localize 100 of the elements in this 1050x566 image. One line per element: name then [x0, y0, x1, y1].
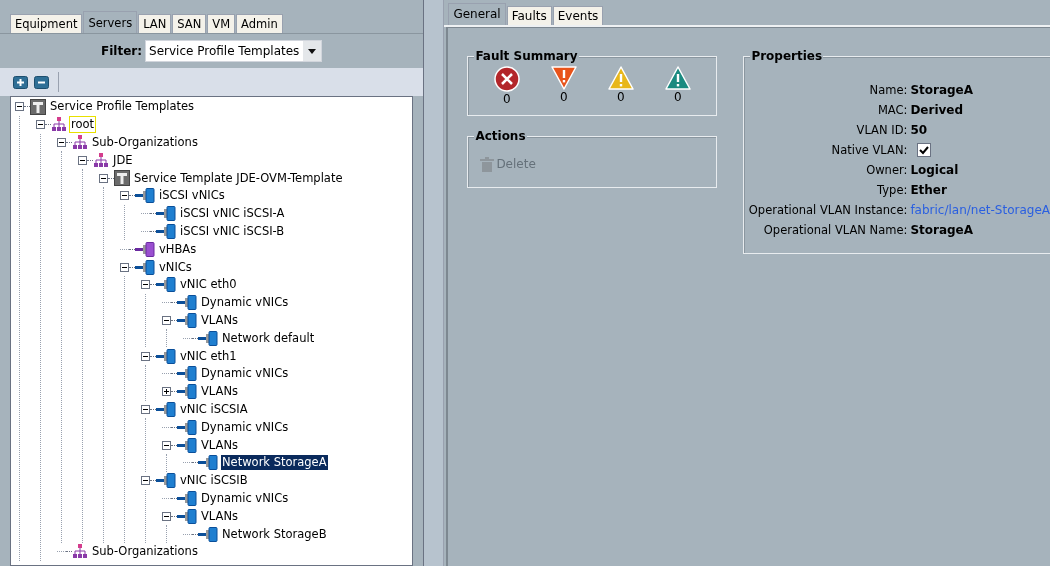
- property-value: Logical: [910, 162, 959, 179]
- tree-item[interactable]: vNIC eth0: [179, 277, 238, 293]
- connector-icon: [156, 223, 176, 239]
- collapse-toggle[interactable]: [15, 102, 24, 112]
- connector-icon: [156, 348, 176, 364]
- tab[interactable]: Admin: [236, 14, 283, 33]
- trash-icon: [480, 156, 495, 172]
- tree-item[interactable]: iSCSI vNIC iSCSI-B: [179, 223, 286, 239]
- tree-item[interactable]: Service Profile Templates: [49, 99, 196, 115]
- connector-icon: [135, 259, 155, 275]
- fault-count: 0: [617, 91, 625, 104]
- tree-item[interactable]: Network StorageB: [221, 526, 328, 542]
- connector-icon: [198, 526, 218, 542]
- tree-item[interactable]: Dynamic vNICs: [200, 419, 290, 435]
- collapse-toggle[interactable]: [78, 155, 87, 165]
- tree-item[interactable]: iSCSI vNICs: [158, 188, 226, 204]
- collapse-toggle[interactable]: [57, 138, 66, 147]
- filter-dropdown[interactable]: Service Profile Templates: [145, 40, 323, 62]
- tab[interactable]: LAN: [138, 14, 172, 33]
- collapse-toggle[interactable]: [120, 262, 129, 272]
- connector-icon: [198, 330, 218, 346]
- tab[interactable]: Equipment: [10, 14, 83, 33]
- tree-item[interactable]: Network StorageA: [221, 455, 328, 471]
- property-value: 50: [910, 122, 928, 139]
- collapse-toggle[interactable]: [162, 440, 171, 450]
- property-label: Operational VLAN Instance:: [747, 202, 909, 219]
- connector-icon: [135, 188, 155, 204]
- tab[interactable]: Servers: [83, 11, 138, 33]
- connector-icon: [177, 295, 197, 311]
- tree-item[interactable]: VLANs: [200, 508, 239, 524]
- tab[interactable]: General: [448, 3, 506, 25]
- tree-item[interactable]: vNIC eth1: [179, 348, 238, 364]
- template-icon: [30, 98, 46, 115]
- filter-label: Filter:: [101, 43, 143, 60]
- tree-item[interactable]: Dynamic vNICs: [200, 490, 290, 506]
- property-label: Name:: [868, 82, 909, 99]
- tree-item[interactable]: vNIC iSCSIA: [179, 401, 249, 417]
- collapse-toggle[interactable]: [162, 315, 171, 325]
- property-value: Derived: [910, 102, 964, 119]
- tree-item[interactable]: Dynamic vNICs: [200, 295, 290, 311]
- tab[interactable]: SAN: [172, 14, 207, 33]
- connector-icon: [177, 312, 197, 328]
- property-label: Operational VLAN Name:: [762, 222, 909, 239]
- property-value: Ether: [910, 182, 947, 199]
- tree-item[interactable]: iSCSI vNIC iSCSI-A: [179, 206, 286, 222]
- connector-icon: [156, 473, 176, 489]
- group-title: Fault Summary: [474, 48, 579, 64]
- tree-item[interactable]: Service Template JDE-OVM-Template: [133, 170, 344, 186]
- property-value: StorageA: [910, 82, 974, 99]
- template-icon: [114, 170, 130, 187]
- group-title: Properties: [750, 48, 824, 64]
- fault-count: 0: [560, 91, 568, 104]
- tree-item[interactable]: root: [70, 117, 96, 133]
- hierarchy-icon: [93, 152, 109, 168]
- connector-icon: [156, 277, 176, 293]
- collapse-toggle[interactable]: [141, 351, 150, 361]
- connector-icon: [177, 437, 197, 453]
- major-fault-icon: [549, 65, 578, 91]
- tree-item[interactable]: vNICs: [158, 259, 193, 275]
- property-label: VLAN ID:: [855, 122, 909, 139]
- tree-item[interactable]: VLANs: [200, 312, 239, 328]
- tree-item[interactable]: vHBAs: [158, 241, 198, 257]
- hierarchy-icon: [72, 544, 88, 560]
- hierarchy-icon: [72, 135, 88, 150]
- connector-icon: [177, 366, 197, 382]
- expand-toggle[interactable]: [162, 387, 171, 397]
- connector-icon: [135, 241, 155, 257]
- collapse-toggle[interactable]: [141, 476, 150, 486]
- critical-fault-icon: [492, 65, 521, 93]
- tab[interactable]: Events: [552, 6, 604, 25]
- tree-item[interactable]: Network default: [221, 330, 316, 346]
- connector-icon: [198, 455, 218, 471]
- tab[interactable]: VM: [207, 14, 236, 33]
- tree-item[interactable]: VLANs: [200, 437, 239, 453]
- collapse-toggle[interactable]: [36, 120, 45, 130]
- collapse-all-icon[interactable]: [34, 75, 49, 89]
- collapse-toggle[interactable]: [120, 191, 129, 201]
- tree-item[interactable]: vNIC iSCSIB: [179, 473, 249, 489]
- expand-all-icon[interactable]: [13, 75, 28, 89]
- connector-icon: [177, 384, 197, 400]
- minor-fault-icon: [606, 65, 635, 91]
- tree-item[interactable]: Sub-Organizations: [91, 135, 199, 150]
- tree-item[interactable]: JDE: [112, 152, 134, 168]
- tree-item[interactable]: Sub-Organizations: [91, 544, 199, 560]
- property-label: Owner:: [865, 162, 909, 179]
- tree-item[interactable]: VLANs: [200, 384, 239, 400]
- fault-count: 0: [674, 91, 682, 104]
- property-label: MAC:: [876, 102, 909, 119]
- hierarchy-icon: [51, 117, 67, 133]
- collapse-toggle[interactable]: [141, 280, 150, 290]
- connector-icon: [156, 206, 176, 222]
- property-label: Type:: [876, 182, 909, 199]
- tab[interactable]: Faults: [506, 6, 552, 25]
- collapse-toggle[interactable]: [141, 404, 150, 414]
- warning-fault-icon: [663, 65, 692, 91]
- collapse-toggle[interactable]: [162, 511, 171, 521]
- collapse-toggle[interactable]: [99, 173, 108, 183]
- native-vlan-checkbox[interactable]: [917, 143, 932, 157]
- tree-item[interactable]: Dynamic vNICs: [200, 366, 290, 382]
- connector-icon: [177, 419, 197, 435]
